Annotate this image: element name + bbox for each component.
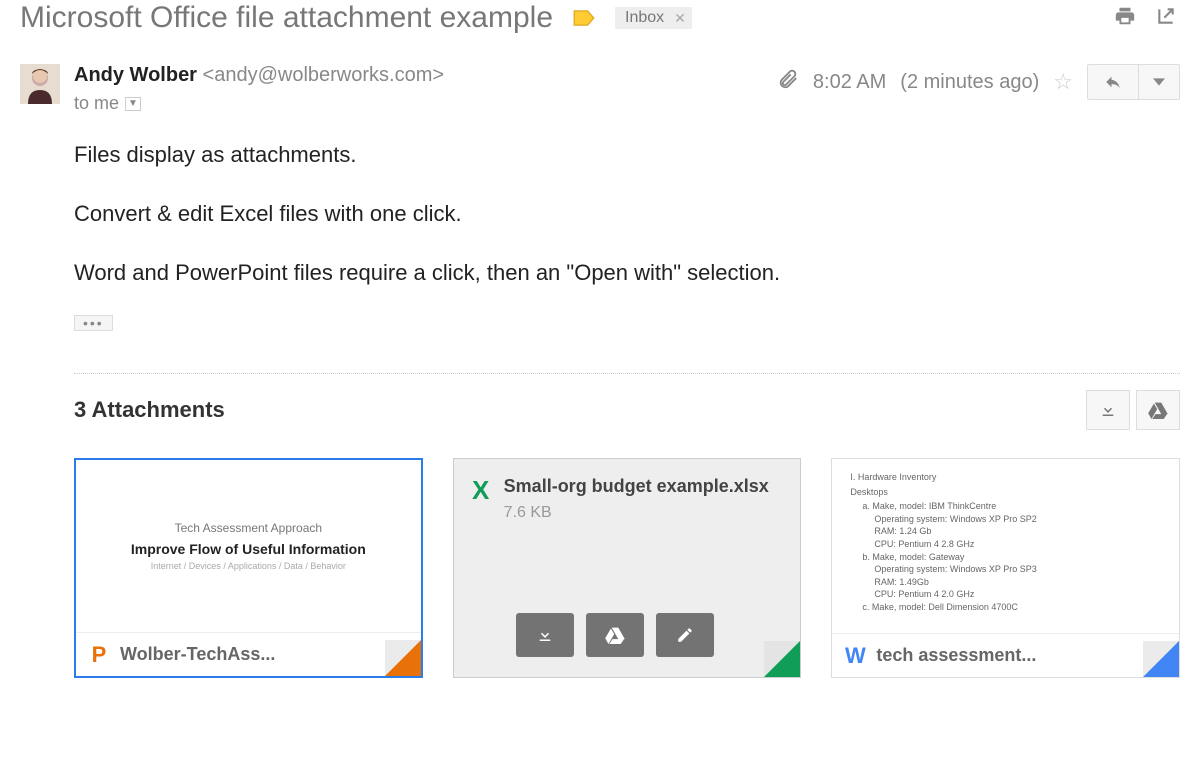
recipient-line: to me ▼: [74, 93, 763, 114]
attachment-footer: W tech assessment...: [832, 633, 1179, 677]
attachment-preview: Tech Assessment Approach Improve Flow of…: [76, 460, 421, 632]
excel-icon: X: [470, 475, 492, 506]
preview-meta: Internet / Devices / Applications / Data…: [151, 561, 346, 571]
sender-line: Andy Wolber <andy@wolberworks.com>: [74, 64, 763, 87]
star-toggle[interactable]: ☆: [1053, 69, 1073, 95]
preview-title: Tech Assessment Approach: [175, 521, 322, 535]
reply-more-button[interactable]: [1138, 64, 1180, 100]
edit-attachment-button[interactable]: [656, 613, 714, 657]
save-to-drive-button[interactable]: [586, 613, 644, 657]
attachment-card-excel[interactable]: X Small-org budget example.xlsx 7.6 KB: [453, 458, 802, 678]
sender-avatar[interactable]: [20, 64, 60, 104]
attachment-card-powerpoint[interactable]: Tech Assessment Approach Improve Flow of…: [74, 458, 423, 678]
attachment-filename: Wolber-TechAss...: [120, 644, 409, 665]
inbox-chip-remove[interactable]: ✕: [674, 10, 686, 27]
open-new-window-button[interactable]: [1152, 2, 1180, 35]
body-paragraph: Files display as attachments.: [74, 138, 1180, 171]
message-header: Microsoft Office file attachment example…: [20, 0, 1180, 36]
attachment-card-word[interactable]: I. Hardware Inventory Desktops a. Make, …: [831, 458, 1180, 678]
attachment-filesize: 7.6 KB: [504, 504, 769, 522]
download-all-button[interactable]: [1086, 390, 1130, 430]
corner-fold-icon: [1143, 641, 1179, 677]
print-button[interactable]: [1110, 1, 1140, 36]
attachments-divider: [74, 373, 1180, 374]
word-icon: W: [844, 643, 866, 669]
attachment-hover-actions: [454, 613, 801, 677]
corner-fold-icon: [764, 641, 800, 677]
sender-row: Andy Wolber <andy@wolberworks.com> to me…: [20, 64, 1180, 114]
reply-button[interactable]: [1087, 64, 1138, 100]
recipient-text: to me: [74, 93, 119, 114]
download-attachment-button[interactable]: [516, 613, 574, 657]
message-body: Files display as attachments. Convert & …: [74, 138, 1180, 289]
sender-email: <andy@wolberworks.com>: [203, 64, 445, 86]
attachment-filename: Small-org budget example.xlsx: [504, 475, 769, 498]
corner-fold-icon: [385, 640, 421, 676]
inbox-chip-label: Inbox: [625, 9, 664, 27]
email-subject: Microsoft Office file attachment example: [20, 0, 553, 36]
label-icon[interactable]: [573, 10, 595, 26]
attachment-footer: P Wolber-TechAss...: [76, 632, 421, 676]
attachments-title: 3 Attachments: [74, 397, 225, 423]
attachments-grid: Tech Assessment Approach Improve Flow of…: [74, 458, 1180, 678]
preview-subtitle: Improve Flow of Useful Information: [131, 541, 366, 557]
powerpoint-icon: P: [88, 642, 110, 668]
recipient-details-toggle[interactable]: ▼: [125, 97, 141, 111]
attachment-preview: I. Hardware Inventory Desktops a. Make, …: [832, 459, 1179, 633]
message-time: 8:02 AM: [813, 71, 886, 94]
attachments-header: 3 Attachments: [74, 390, 1180, 430]
show-trimmed-content[interactable]: •••: [74, 315, 113, 331]
body-paragraph: Word and PowerPoint files require a clic…: [74, 256, 1180, 289]
message-age: (2 minutes ago): [900, 71, 1039, 94]
sender-name: Andy Wolber: [74, 64, 197, 86]
body-paragraph: Convert & edit Excel files with one clic…: [74, 197, 1180, 230]
inbox-chip[interactable]: Inbox ✕: [615, 7, 692, 29]
attachment-indicator-icon: [777, 68, 799, 96]
save-all-to-drive-button[interactable]: [1136, 390, 1180, 430]
attachment-filename: tech assessment...: [876, 645, 1167, 666]
